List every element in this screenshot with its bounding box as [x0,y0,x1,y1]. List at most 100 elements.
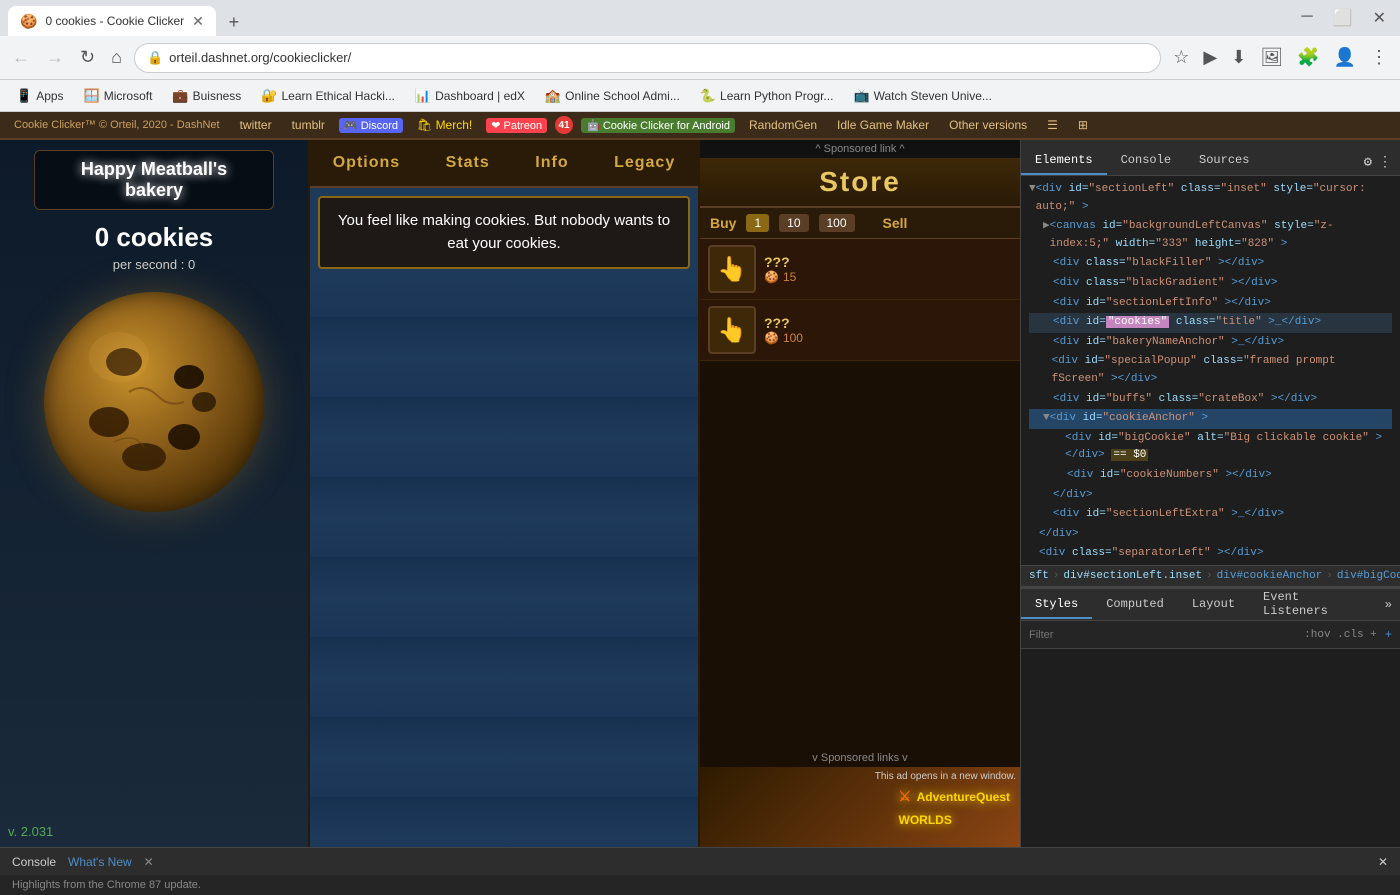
bc-root[interactable]: sft [1029,570,1049,582]
back-button[interactable]: ← [8,43,34,72]
bookmark-apps[interactable]: 📱 Apps [8,85,72,107]
stats-button[interactable]: Stats [430,148,506,178]
devtools-toolbar-icons: ⚙ ⋮ [1356,150,1400,175]
styles-tab[interactable]: Styles [1021,591,1092,619]
bookmark-microsoft[interactable]: 🪟 Microsoft [76,85,161,107]
whats-new-close[interactable]: ✕ [144,855,154,869]
tumblr-link[interactable]: tumblr [286,116,331,134]
bottom-tabs: Styles Computed Layout Event Listeners » [1021,589,1400,621]
bookmark-business[interactable]: 💼 Buisness [164,85,249,107]
elements-tab[interactable]: Elements [1021,147,1107,175]
bc-big-cookie[interactable]: div#bigCookie [1337,570,1400,582]
html-line-7: <div id="specialPopup" class="framed pro… [1029,352,1392,389]
ad-banner[interactable]: This ad opens in a new window. ⚔ Adventu… [700,767,1020,847]
refresh-button[interactable]: ↻ [76,43,99,72]
tab-bar: 🍪 0 cookies - Cookie Clicker ✕ + [8,0,248,36]
big-cookie[interactable] [44,292,264,512]
per-second: per second : 0 [113,257,195,272]
grid-icon[interactable]: ⊞ [1072,116,1094,134]
patreon-badge[interactable]: ❤ Patreon [486,118,547,133]
tab-title: 0 cookies - Cookie Clicker [45,14,184,28]
hacking-favicon: 🔐 [261,88,277,104]
html-line-9[interactable]: ▼ <div id="cookieAnchor" > [1029,409,1392,429]
store-item-0[interactable]: 👆 ??? 🍪 15 [700,239,1020,300]
url-box[interactable]: 🔒 orteil.dashnet.org/cookieclicker/ [134,43,1161,73]
html-tree[interactable]: ▼ <div id="sectionLeft" class="inset" st… [1021,176,1400,565]
store-title: Store [708,166,1012,198]
console-tab[interactable]: Console [1107,147,1185,175]
filter-input[interactable] [1029,629,1296,641]
options-button[interactable]: Options [317,148,416,178]
toolbar-icons: ☆ ▶ ⬇ 🖼 🧩 👤 ⋮ [1169,43,1392,72]
randomgen-link[interactable]: RandomGen [743,116,823,134]
html-line-12: </div> [1029,486,1392,506]
tv-favicon: 📺 [853,88,869,104]
bookmark-ethical-hacking[interactable]: 🔐 Learn Ethical Hacki... [253,85,403,107]
whats-new-tab[interactable]: What's New [68,855,132,869]
buy-sell-bar: Buy 1 10 100 Sell [700,208,1020,239]
bookmarks-bar: 📱 Apps 🪟 Microsoft 💼 Buisness 🔐 Learn Et… [0,80,1400,112]
devtools-more-icon[interactable]: ⋮ [1378,154,1392,171]
extension-icon[interactable]: 🧩 [1293,43,1323,72]
star-icon[interactable]: ☆ [1169,43,1193,72]
layout-tab[interactable]: Layout [1178,591,1249,619]
microsoft-label: Microsoft [104,89,153,103]
school-favicon: 🏫 [545,88,561,104]
quantity-1-button[interactable]: 1 [746,214,769,232]
html-line-5[interactable]: <div id="cookies" class="title" >_</div> [1029,313,1392,333]
microsoft-favicon: 🪟 [84,88,100,104]
bookmark-python[interactable]: 🐍 Learn Python Progr... [692,85,842,107]
tab-close-button[interactable]: ✕ [192,13,204,30]
youtube-icon[interactable]: ▶ [1199,43,1221,72]
bc-cookie-anchor[interactable]: div#cookieAnchor [1217,570,1323,582]
bookmark-edx[interactable]: 📊 Dashboard | edX [407,85,533,107]
download-icon[interactable]: ⬇ [1227,43,1250,72]
bottom-tabs-more[interactable]: » [1377,592,1400,618]
minimize-button[interactable]: ─ [1295,6,1318,30]
popup-box: You feel like making cookies. But nobody… [318,196,690,269]
cookie-count: 0 cookies [95,222,214,253]
active-tab[interactable]: 🍪 0 cookies - Cookie Clicker ✕ [8,6,216,36]
menu-toggle-icon[interactable]: ☰ [1041,116,1064,134]
devtools-settings-icon[interactable]: ⚙ [1364,154,1372,171]
legacy-button[interactable]: Legacy [598,148,691,178]
profile-icon[interactable]: 🖼 [1256,43,1287,72]
new-tab-button[interactable]: + [220,8,248,36]
event-listeners-tab[interactable]: Event Listeners [1249,584,1377,626]
merch-link[interactable]: 🛍 Merch! [411,116,478,134]
cost-cookie-icon-1: 🍪 [764,331,779,345]
user-icon[interactable]: 👤 [1330,43,1360,72]
apps-favicon: 📱 [16,88,32,104]
console-close[interactable]: ✕ [1378,855,1388,869]
bookmark-online-school[interactable]: 🏫 Online School Admi... [537,85,688,107]
store-item-1[interactable]: 👆 ??? 🍪 100 [700,300,1020,361]
other-versions-link[interactable]: Other versions [943,116,1033,134]
html-line-11: <div id="cookieNumbers" ></div> [1029,466,1392,486]
twitter-link[interactable]: twitter [234,116,278,134]
left-panel: Happy Meatball's bakery 0 cookies per se… [0,140,310,847]
cookie-image [44,292,264,512]
android-badge[interactable]: 🤖 Cookie Clicker for Android [581,118,735,133]
bc-section-left[interactable]: div#sectionLeft.inset [1063,570,1202,582]
notification-badge[interactable]: 41 [555,116,573,134]
close-window-button[interactable]: ✕ [1367,6,1392,30]
idle-game-maker-link[interactable]: Idle Game Maker [831,116,935,134]
home-button[interactable]: ⌂ [107,43,126,72]
discord-badge[interactable]: 🎮 Discord [339,118,403,133]
store-item-info-0: ??? 🍪 15 [764,254,1012,284]
quantity-10-button[interactable]: 10 [779,214,808,232]
forward-button[interactable]: → [42,43,68,72]
maximize-button[interactable]: ⬜ [1327,6,1359,30]
info-button[interactable]: Info [519,148,584,178]
bookmark-steven-universe[interactable]: 📺 Watch Steven Unive... [845,85,999,107]
computed-tab[interactable]: Computed [1092,591,1178,619]
add-rule-icon[interactable]: + [1385,628,1392,642]
sources-tab[interactable]: Sources [1185,147,1263,175]
quantity-100-button[interactable]: 100 [819,214,855,232]
tab-favicon: 🍪 [20,13,37,30]
edx-label: Dashboard | edX [435,89,525,103]
menu-icon[interactable]: ⋮ [1366,43,1392,72]
tv-label: Watch Steven Unive... [874,89,992,103]
console-toggle[interactable]: Console [12,855,56,869]
bakery-name: Happy Meatball's bakery [51,159,257,201]
